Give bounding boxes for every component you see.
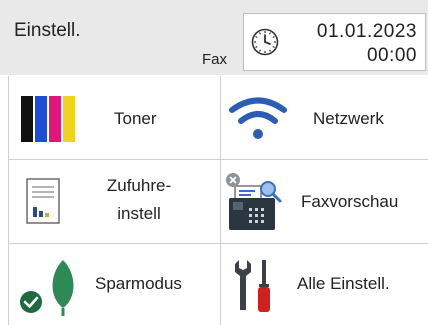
toner-label: Toner [114, 109, 157, 128]
date-display: 01.01.2023 [316, 21, 417, 42]
fax-preview-label: Faxvorschau [301, 192, 399, 211]
feed-settings-tile[interactable]: Zufuhre- instell [9, 160, 220, 243]
date-time-button[interactable]: 01.01.2023 00:00 [243, 13, 426, 71]
document-report-icon [26, 178, 60, 224]
fax-preview-tile[interactable]: Faxvorschau [221, 160, 428, 243]
eco-mode-label: Sparmodus [95, 274, 182, 293]
toner-tile[interactable]: Toner [9, 77, 220, 159]
time-display: 00:00 [366, 45, 417, 66]
feed-settings-label-line1: Zufuhre- [106, 176, 172, 195]
network-tile[interactable]: Netzwerk [221, 77, 428, 159]
mode-indicator: Fax [202, 51, 228, 68]
all-settings-tile[interactable]: Alle Einstell. [221, 244, 428, 325]
status-header: Einstell. Fax 01.01.2023 00:00 [0, 0, 428, 75]
eco-leaf-icon [20, 260, 74, 316]
eco-mode-tile[interactable]: Sparmodus [9, 244, 220, 325]
screen-title: Einstell. [14, 20, 81, 41]
clock-icon [251, 28, 279, 56]
feed-settings-label-line2: instell [117, 204, 161, 223]
network-label: Netzwerk [313, 109, 384, 128]
toner-icon [21, 96, 75, 142]
wifi-icon [229, 97, 287, 139]
fax-preview-icon [226, 173, 282, 230]
all-settings-label: Alle Einstell. [297, 274, 390, 293]
tools-icon [235, 260, 270, 312]
